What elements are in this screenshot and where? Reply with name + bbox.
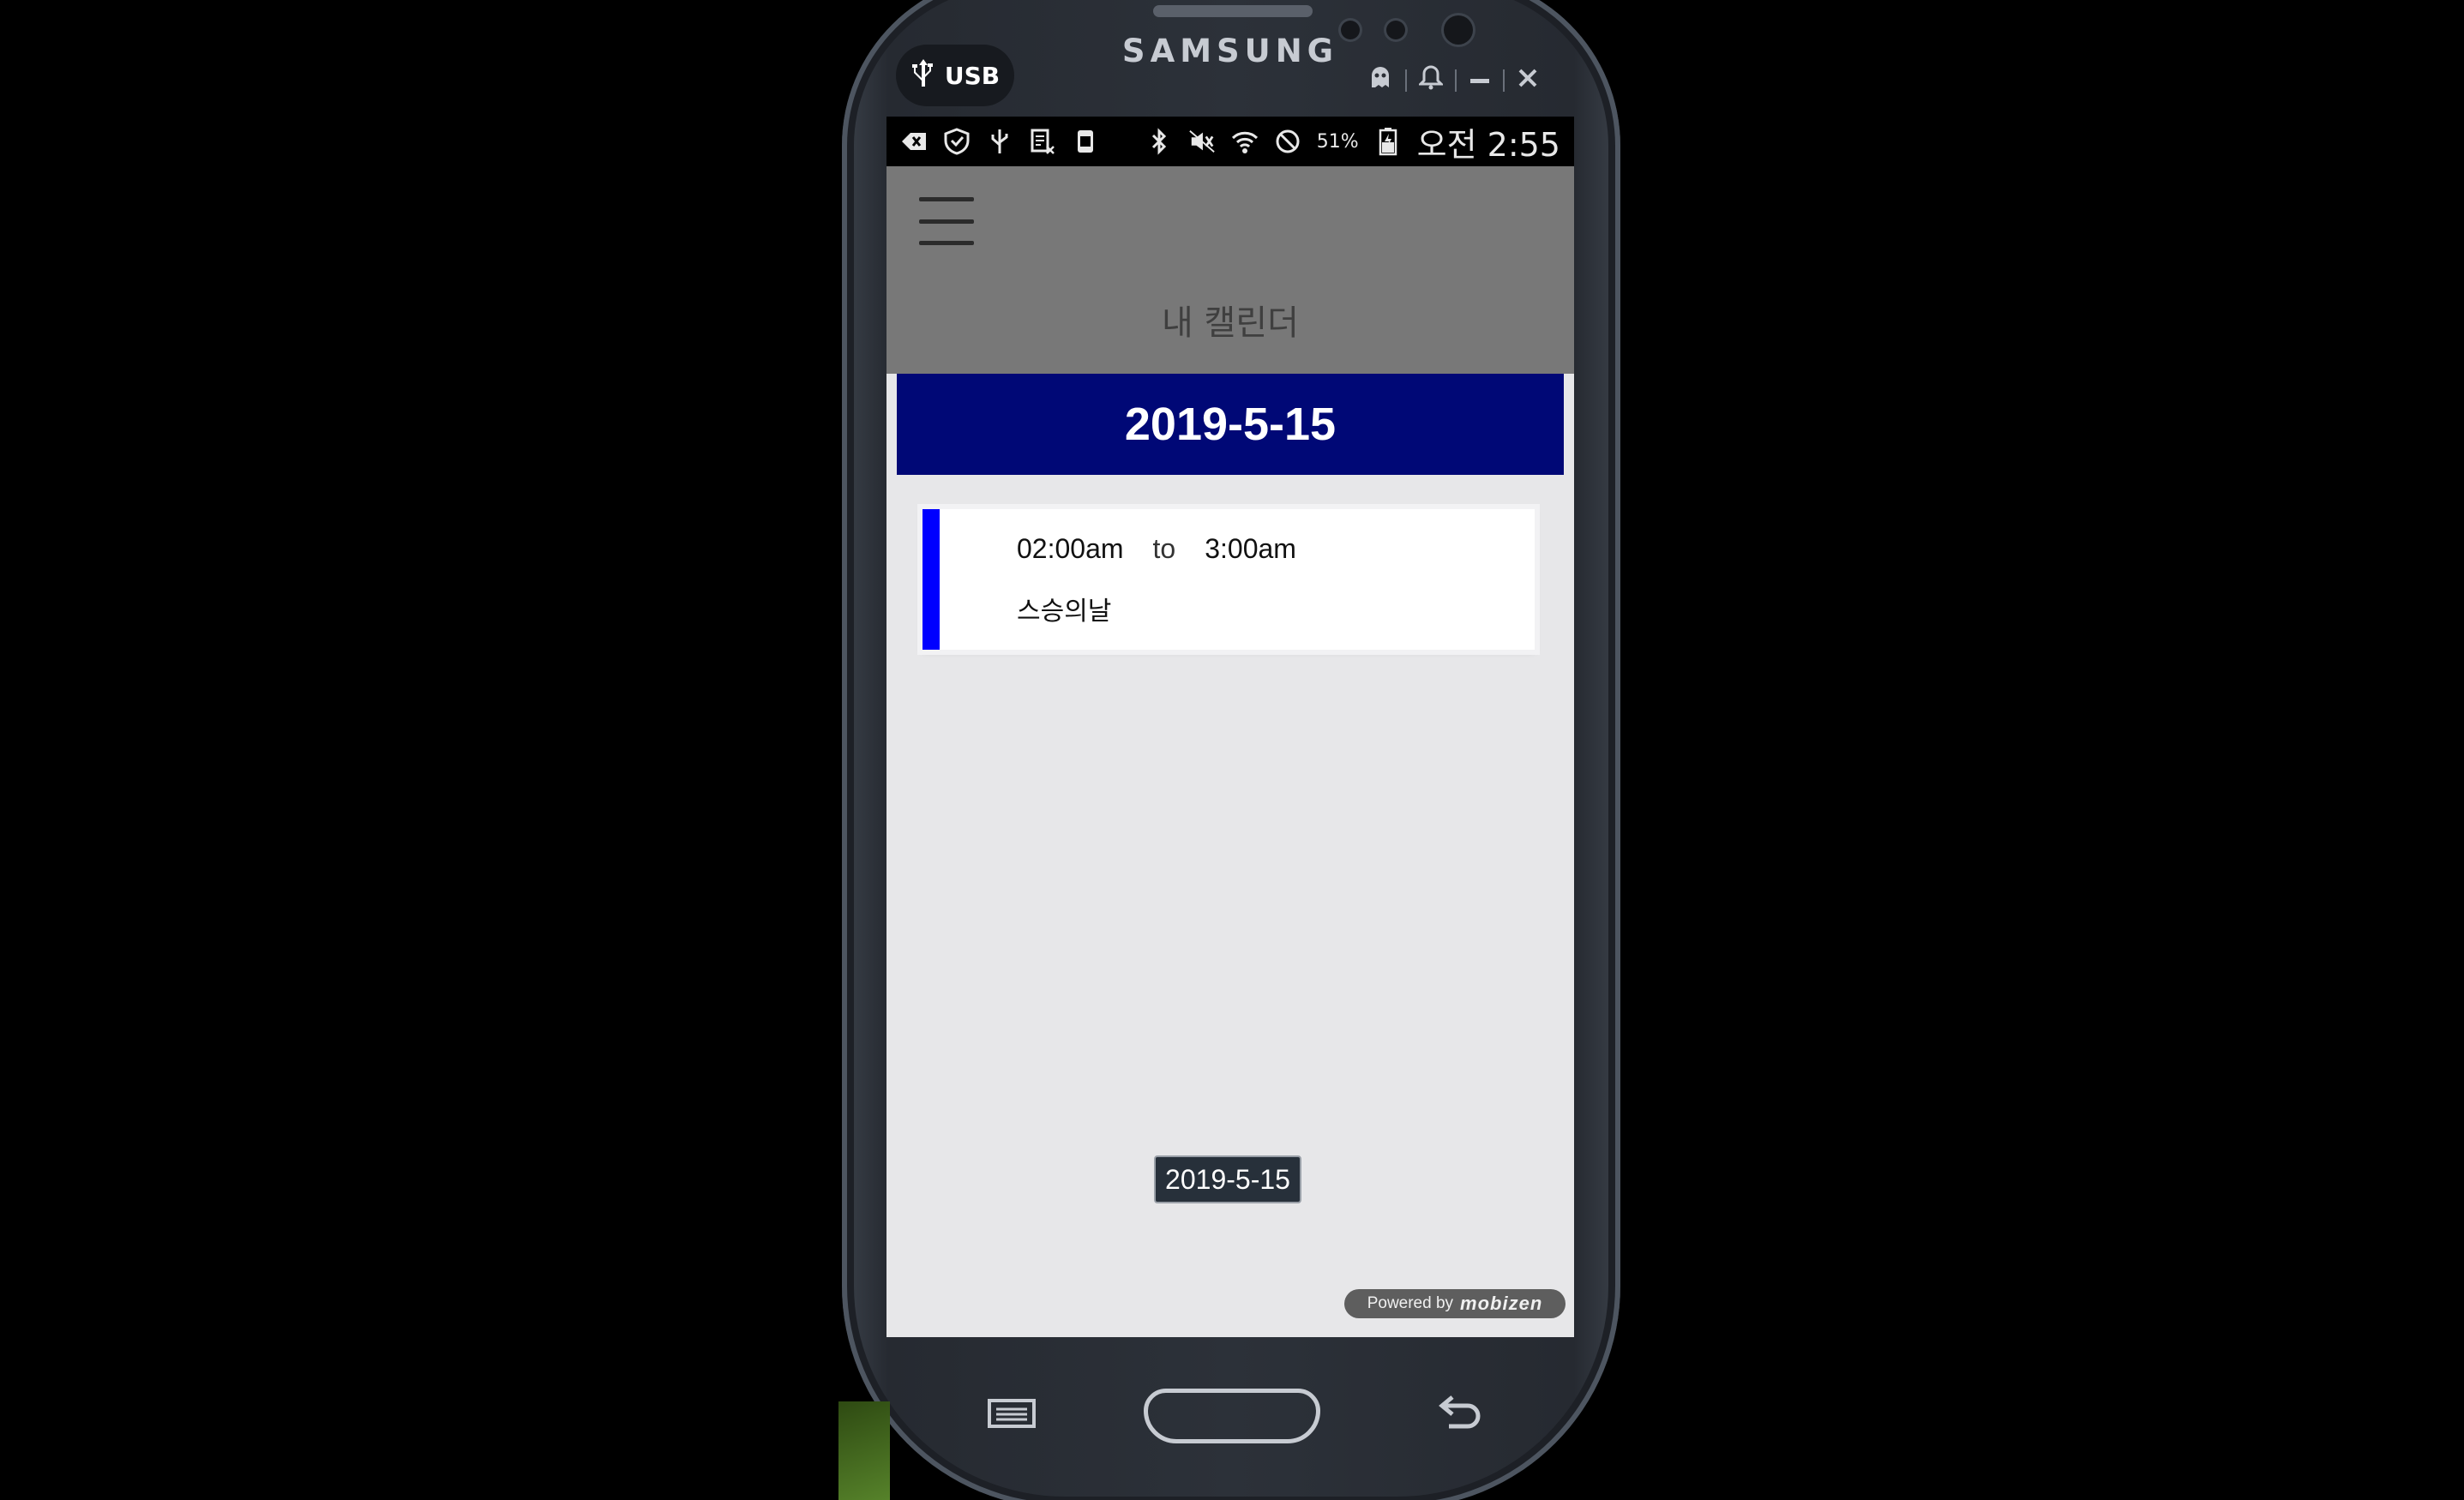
block-icon — [1274, 128, 1301, 155]
ghost-icon[interactable] — [1367, 64, 1393, 97]
powered-by-label: Powered by — [1367, 1294, 1454, 1312]
divider — [1455, 69, 1457, 92]
minimize-icon[interactable] — [1469, 64, 1491, 97]
event-end-time: 3:00am — [1205, 533, 1296, 564]
event-time-range: 02:00am to 3:00am — [1017, 533, 1296, 565]
selected-date-header: 2019-5-15 — [897, 374, 1564, 475]
event-time-connector: to — [1152, 533, 1176, 564]
wifi-icon — [1231, 128, 1259, 155]
event-card[interactable]: 02:00am to 3:00am 스승의날 — [922, 509, 1535, 650]
shield-icon — [943, 128, 971, 155]
home-button[interactable] — [1144, 1389, 1320, 1443]
calendar-app: 내 캘린더 2019-5-15 02:00am to 3:00am 스승의날 2… — [886, 166, 1574, 1337]
mobizen-logo: mobizen — [1460, 1293, 1543, 1314]
front-sensor — [1386, 21, 1405, 39]
usb-button[interactable]: USB — [896, 45, 1014, 106]
menu-key-icon[interactable] — [988, 1399, 1036, 1428]
brand-logo: SAMSUNG — [1121, 33, 1339, 69]
stage: SAMSUNG USB 51% 오전 2:55 내 캘린더 2019-5-15 … — [0, 0, 2464, 1500]
event-color-bar — [922, 509, 940, 650]
background-wallpaper-corner — [838, 1401, 890, 1500]
sim-icon — [1029, 128, 1056, 155]
usb-label: USB — [944, 61, 1001, 90]
window-controls — [1367, 62, 1539, 99]
front-camera-icon — [1444, 15, 1473, 45]
divider — [1405, 69, 1407, 92]
bell-icon[interactable] — [1417, 64, 1445, 97]
app-icon — [1072, 128, 1099, 155]
event-title: 스승의날 — [1017, 597, 1112, 627]
divider — [1503, 69, 1505, 92]
usb-icon — [910, 57, 936, 94]
app-top-bar: 내 캘린더 — [886, 166, 1574, 374]
usb-icon — [986, 128, 1013, 155]
battery-percent: 51% — [1316, 130, 1359, 153]
page-title: 내 캘린더 — [1162, 303, 1299, 343]
event-start-time: 02:00am — [1017, 533, 1124, 564]
menu-line — [919, 219, 974, 224]
status-bar: 51% 오전 2:55 — [886, 117, 1574, 166]
status-clock: 오전 2:55 — [1416, 125, 1560, 164]
date-toast: 2019-5-15 — [1154, 1155, 1301, 1203]
close-icon[interactable] — [1517, 64, 1539, 97]
hamburger-menu-icon[interactable] — [919, 197, 974, 245]
mute-icon — [1188, 128, 1216, 155]
menu-line — [919, 197, 974, 201]
menu-line — [919, 241, 974, 245]
back-arrow-icon — [900, 128, 928, 155]
earpiece — [1153, 5, 1313, 17]
phone-screen: 51% 오전 2:55 내 캘린더 2019-5-15 02:00am to 3… — [886, 117, 1574, 1337]
powered-by-badge: Powered by mobizen — [1344, 1289, 1566, 1318]
back-key-icon[interactable] — [1437, 1392, 1483, 1433]
battery-icon — [1374, 128, 1402, 156]
bluetooth-icon — [1145, 128, 1173, 155]
